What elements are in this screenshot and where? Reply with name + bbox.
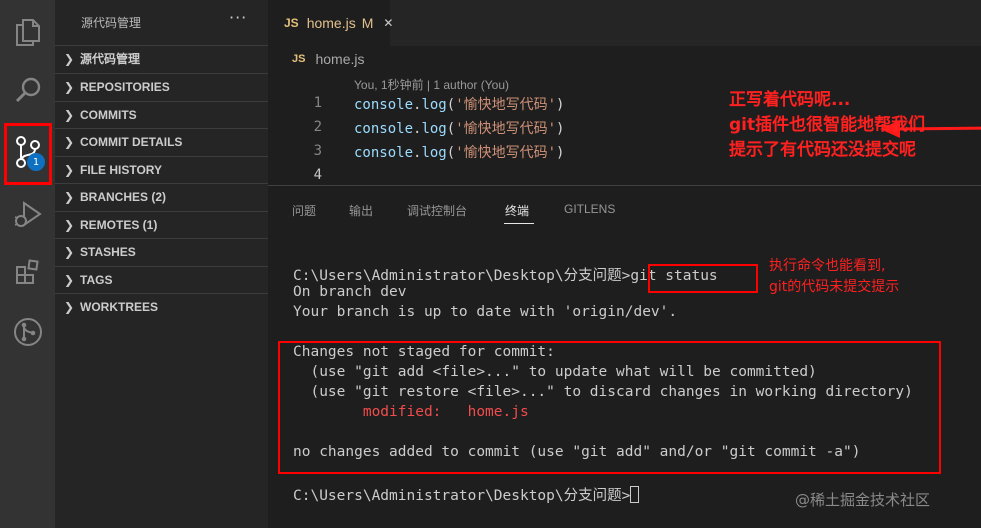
extensions-icon[interactable] <box>0 248 55 296</box>
js-file-icon: JS <box>292 53 306 65</box>
tab-home-js[interactable]: JS home.js M ✕ <box>268 0 393 46</box>
terminal-line: On branch dev <box>293 284 407 300</box>
tab-terminal[interactable]: 终端 <box>505 202 529 219</box>
activity-bar: 1 <box>0 0 55 528</box>
tab-debug-console[interactable]: 调试控制台 <box>407 202 467 219</box>
tab-bar: JS home.js M ✕ <box>268 0 981 46</box>
chevron-right-icon: ❯ <box>64 244 75 259</box>
section-repositories[interactable]: ❯ REPOSITORIES <box>55 73 268 99</box>
chevron-right-icon: ❯ <box>64 189 75 204</box>
bottom-panel: 问题 输出 调试控制台 终端 GITLENS C:\Users\Administ… <box>268 185 981 528</box>
line-number: 1 <box>313 95 322 111</box>
section-commits[interactable]: ❯ COMMITS <box>55 101 268 127</box>
more-actions-button[interactable]: ··· <box>229 8 247 27</box>
chevron-right-icon: ❯ <box>64 217 75 232</box>
line-number: 4 <box>313 167 322 183</box>
section-file-history[interactable]: ❯ FILE HISTORY <box>55 156 268 182</box>
section-tags[interactable]: ❯ TAGS <box>55 266 268 292</box>
active-tab-indicator <box>504 223 534 224</box>
sidebar: 源代码管理 ··· ❯ 源代码管理 ❯ REPOSITORIES ❯ COMMITS … <box>55 0 268 528</box>
tab-filename: home.js <box>306 15 356 31</box>
section-remotes[interactable]: ❯ REMOTES (1) <box>55 211 268 237</box>
run-debug-icon[interactable] <box>0 190 55 238</box>
js-file-icon: JS <box>284 16 299 30</box>
modified-indicator: M <box>361 15 374 31</box>
terminal-line: Your branch is up to date with 'origin/d… <box>293 304 678 320</box>
chevron-right-icon: ❯ <box>64 134 75 149</box>
breadcrumb[interactable]: JS home.js <box>292 51 365 67</box>
line-number: 2 <box>313 119 322 135</box>
section-commit-details[interactable]: ❯ COMMIT DETAILS <box>55 128 268 154</box>
close-icon[interactable]: ✕ <box>383 16 393 30</box>
section-source-control[interactable]: ❯ 源代码管理 <box>55 45 268 71</box>
source-control-highlight <box>4 123 52 185</box>
tab-output[interactable]: 输出 <box>349 202 373 219</box>
annotation-editor: 正写着代码呢... git插件也很智能地帮我们 提示了有代码还没提交呢 <box>729 90 926 160</box>
scm-badge: 1 <box>27 153 45 171</box>
changes-highlight <box>278 341 941 474</box>
section-branches[interactable]: ❯ BRANCHES (2) <box>55 183 268 209</box>
chevron-right-icon: ❯ <box>64 272 75 287</box>
command-highlight <box>648 264 758 293</box>
tab-gitlens[interactable]: GITLENS <box>564 202 615 216</box>
annotation-terminal: 执行命令也能看到, git的代码未提交提示 <box>769 258 900 295</box>
explorer-icon[interactable] <box>0 8 55 56</box>
breadcrumb-filename: home.js <box>315 51 365 67</box>
section-worktrees[interactable]: ❯ WORKTREES <box>55 293 268 319</box>
gitlens-codelens[interactable]: You, 1秒钟前 | 1 author (You) <box>354 76 509 93</box>
chevron-right-icon: ❯ <box>64 162 75 177</box>
line-number: 3 <box>313 143 322 159</box>
section-stashes[interactable]: ❯ STASHES <box>55 238 268 264</box>
search-icon[interactable] <box>0 66 55 114</box>
terminal-cursor <box>630 486 640 503</box>
chevron-right-icon: ❯ <box>64 299 75 314</box>
terminal-prompt[interactable]: C:\Users\Administrator\Desktop\分支问题> <box>293 484 640 505</box>
watermark: @稀土掘金技术社区 <box>795 491 931 509</box>
tab-problems[interactable]: 问题 <box>292 202 316 219</box>
chevron-right-icon: ❯ <box>64 51 75 66</box>
chevron-right-icon: ❯ <box>64 107 75 122</box>
chevron-right-icon: ❯ <box>64 79 75 94</box>
sidebar-title: 源代码管理 <box>81 16 142 30</box>
gitlens-icon[interactable] <box>0 308 55 356</box>
